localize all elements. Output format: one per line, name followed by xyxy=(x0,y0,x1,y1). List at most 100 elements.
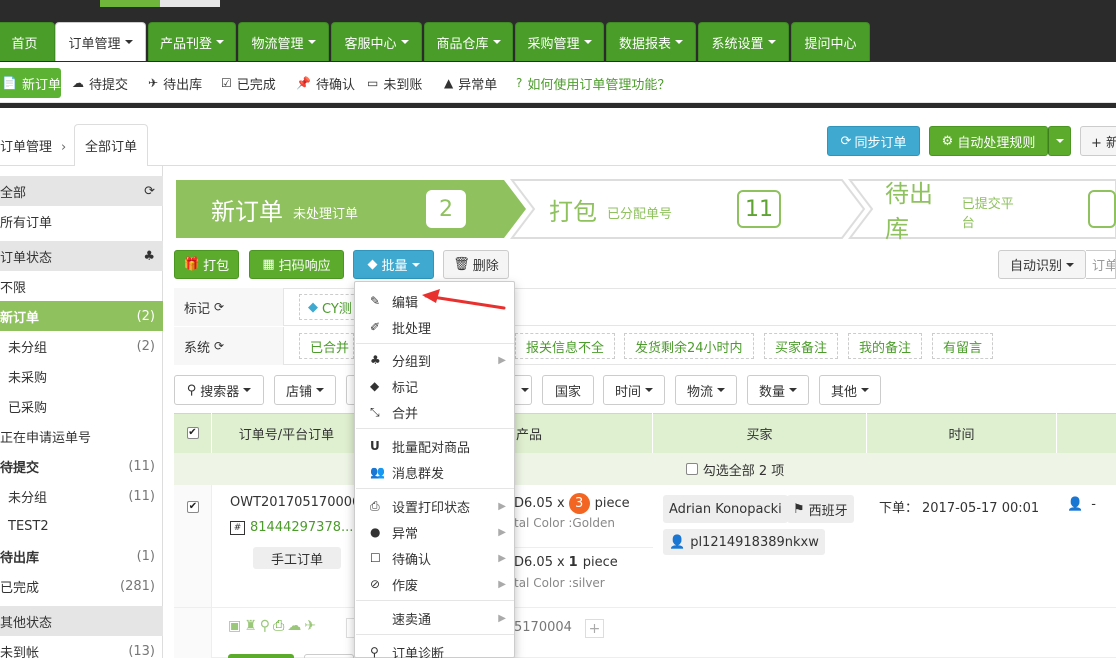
sidebar-item-completed[interactable]: 已完成 (281) xyxy=(0,571,163,601)
sidebar-item-unpaid[interactable]: 未到帐 (13) xyxy=(0,636,163,658)
refresh-icon[interactable]: ⟳ xyxy=(214,300,224,314)
menu-item-void[interactable]: ⊘ 作废 ▶ xyxy=(355,571,514,597)
menu-item-pending-confirm[interactable]: ☐ 待确认 ▶ xyxy=(355,545,514,571)
store-dropdown[interactable]: 店铺 xyxy=(274,375,336,405)
menu-item-order-diagnosis[interactable]: ⚲ 订单诊断 xyxy=(355,639,514,658)
sidebar-label: 已完成 xyxy=(0,580,40,596)
nav-tab-purchasing[interactable]: 采购管理 xyxy=(515,22,604,61)
subnav-pending-shipment[interactable]: ✈ 待出库 xyxy=(148,68,202,98)
order-number[interactable]: OWT201705170006 xyxy=(230,495,360,510)
badge-label: 手工订单 xyxy=(270,552,323,568)
time-dropdown[interactable]: 时间 xyxy=(603,375,665,405)
sidebar-item-unlimited[interactable]: 不限 xyxy=(0,271,163,301)
scan-button[interactable]: ▦ 扫码响应 xyxy=(249,250,344,279)
sync-orders-button[interactable]: ⟳ 同步订单 xyxy=(827,126,920,156)
nav-tab-warehouse[interactable]: 商品仓库 xyxy=(424,22,513,61)
system-tag-buyer-note[interactable]: 买家备注 xyxy=(764,333,839,359)
new-button[interactable]: + 新 xyxy=(1080,126,1116,156)
quantity-dropdown[interactable]: 数量 xyxy=(747,375,809,405)
nav-tab-product-listing[interactable]: 产品刊登 xyxy=(148,22,236,61)
logistics-dropdown[interactable]: 物流 xyxy=(675,375,737,405)
subnav-completed[interactable]: ☑ 已完成 xyxy=(221,68,276,98)
row-action-button-secondary[interactable] xyxy=(304,654,354,658)
system-tag-customs-incomplete[interactable]: 报关信息不全 xyxy=(515,333,616,359)
platform-order-number[interactable]: #81444297378... xyxy=(230,520,353,535)
subnav-exceptions[interactable]: ▲ 异常单 xyxy=(444,68,497,98)
row-checkbox[interactable]: ✔ xyxy=(187,501,199,513)
sidebar-item-ungrouped[interactable]: 未分组 (2) xyxy=(0,331,163,361)
menu-item-merge[interactable]: ⤡ 合并 xyxy=(355,399,514,425)
buyer-name[interactable]: Adrian Konopacki xyxy=(663,495,788,523)
pipeline-step-pack[interactable]: 打包 已分配单号 11 xyxy=(549,178,782,240)
nav-tab-logistics[interactable]: 物流管理 xyxy=(238,22,329,61)
menu-item-mark[interactable]: ◆ 标记 xyxy=(355,373,514,399)
sidebar-head-all[interactable]: 全部 ⟳ xyxy=(0,176,163,206)
system-tag-ship-within-24h[interactable]: 发货剩余24小时内 xyxy=(624,333,754,359)
auto-rules-button[interactable]: ⚙ 自动处理规则 xyxy=(929,126,1048,156)
system-tag-has-message[interactable]: 有留言 xyxy=(932,333,994,359)
subnav-pending-submit[interactable]: ☁ 待提交 xyxy=(72,68,128,98)
subnav-pending-confirm[interactable]: 📌 待确认 xyxy=(296,68,355,98)
add-icon[interactable]: + xyxy=(585,619,604,638)
breadcrumb[interactable]: 订单管理 › xyxy=(0,136,66,155)
sidebar-item-pending-shipment[interactable]: 待出库 (1) xyxy=(0,541,163,571)
refresh-icon[interactable]: ⟳ xyxy=(144,184,155,199)
pack-button[interactable]: 🎁 打包 xyxy=(174,250,239,279)
buyer-id[interactable]: 👤 pl1214918389nkxw xyxy=(663,529,825,555)
chevron-down-icon xyxy=(400,40,409,44)
filter-dropdown-partial-right[interactable] xyxy=(514,375,532,405)
menu-item-aliexpress[interactable]: 速卖通 ▶ xyxy=(355,605,514,631)
row-action-button[interactable] xyxy=(228,654,294,658)
menu-item-batch-process[interactable]: ✐ 批处理 xyxy=(355,314,514,340)
sidebar-item-new-order[interactable]: 新订单 (2) xyxy=(0,301,163,331)
button-label: 数量 xyxy=(758,384,785,400)
breadcrumb-root[interactable]: 订单管理 xyxy=(0,140,52,155)
sidebar-item-pending-submit[interactable]: 待提交 (11) xyxy=(0,451,163,481)
system-tag-merged[interactable]: 已合并 xyxy=(299,333,354,359)
pipeline-step-pending-shipment[interactable]: 待出库 已提交平台 xyxy=(885,178,1116,243)
multiply-sign: x xyxy=(556,555,565,570)
sidebar-item-ungrouped-2[interactable]: 未分组 (11) xyxy=(0,481,163,511)
batch-button[interactable]: ◆ 批量 xyxy=(353,250,434,279)
step-subtitle: 未处理订单 xyxy=(293,206,359,222)
menu-item-exception[interactable]: ● 异常 ▶ xyxy=(355,519,514,545)
sidebar-item-applying-waybill[interactable]: 正在申请运单号 xyxy=(0,421,163,451)
other-dropdown[interactable]: 其他 xyxy=(819,375,881,405)
magic-wand-icon: ✐ xyxy=(370,320,381,334)
select-all-checkbox[interactable]: ✔ xyxy=(186,427,199,439)
nav-tab-customer-service[interactable]: 客服中心 xyxy=(331,22,422,61)
menu-item-label: 订单诊断 xyxy=(392,646,445,658)
menu-item-batch-pair-products[interactable]: U 批量配对商品 xyxy=(355,433,514,459)
select-all-items-checkbox[interactable] xyxy=(685,463,698,475)
system-tag-my-note[interactable]: 我的备注 xyxy=(848,333,923,359)
help-link[interactable]: ? 如何使用订单管理功能？ xyxy=(516,68,670,98)
auto-rules-dropdown[interactable] xyxy=(1048,126,1071,156)
sidebar-item-purchased[interactable]: 已采购 xyxy=(0,391,163,421)
subnav-unpaid[interactable]: ▭ 未到账 xyxy=(367,68,422,98)
nav-tab-settings[interactable]: 系统设置 xyxy=(698,22,789,61)
sitemap-icon: ♣ xyxy=(143,248,155,264)
nav-tab-reports[interactable]: 数据报表 xyxy=(606,22,696,61)
auto-identify-select[interactable]: 自动识别 xyxy=(998,250,1086,279)
nav-tab-order-management[interactable]: 订单管理 xyxy=(55,22,146,61)
country-filter[interactable]: 国家 xyxy=(542,375,594,405)
menu-item-group-to[interactable]: ♣ 分组到 ▶ xyxy=(355,347,514,373)
subnav-new-order[interactable]: 📄 新订单 xyxy=(0,68,61,98)
refresh-icon[interactable]: ⟳ xyxy=(214,339,224,353)
nav-tab-question-center[interactable]: 提问中心 xyxy=(791,22,870,61)
nav-tab-home[interactable]: 首页 xyxy=(0,22,55,61)
sidebar-label: 所有订单 xyxy=(0,215,53,231)
sidebar-item-not-purchased[interactable]: 未采购 xyxy=(0,361,163,391)
order-search-input[interactable]: 订单 xyxy=(1086,250,1116,279)
delete-button[interactable]: 🗑 删除 xyxy=(443,250,509,279)
sidebar-item-test2[interactable]: TEST2 xyxy=(0,511,163,541)
mark-tag[interactable]: ◆ CY测 xyxy=(299,294,359,320)
searcher-dropdown[interactable]: ⚲ 搜索器 xyxy=(174,375,264,405)
select-all-row[interactable]: 勾选全部 2 项 xyxy=(174,453,1116,485)
tab-all-orders[interactable]: 全部订单 xyxy=(74,124,148,167)
button-label: + 新 xyxy=(1091,135,1116,151)
menu-item-mass-message[interactable]: 👥 消息群发 xyxy=(355,459,514,485)
menu-item-set-print-status[interactable]: ⎙ 设置打印状态 ▶ xyxy=(355,493,514,519)
pipeline-step-new[interactable]: 新订单 未处理订单 2 xyxy=(211,178,467,240)
sidebar-item-all-orders[interactable]: 所有订单 xyxy=(0,206,163,236)
